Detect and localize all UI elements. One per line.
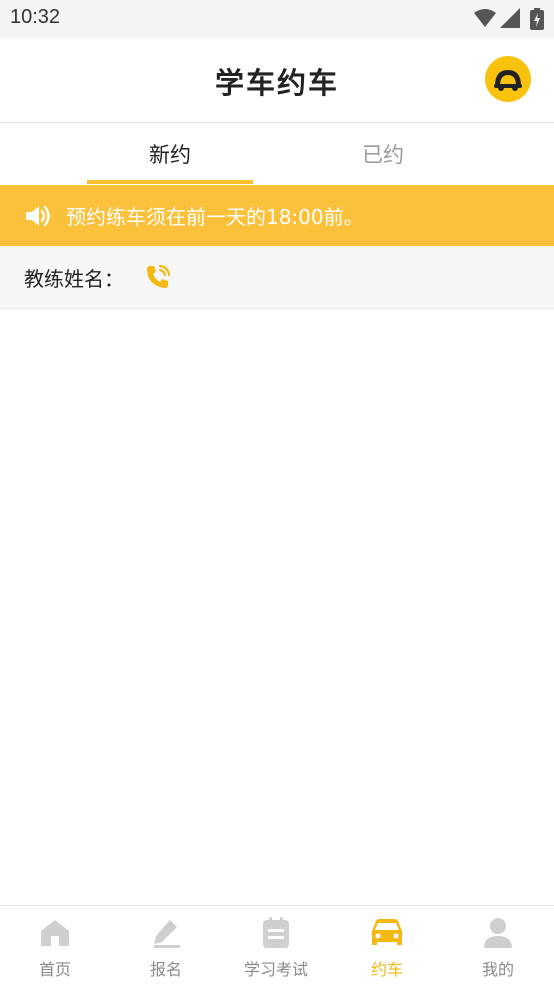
- coach-name-label: 教练姓名：: [24, 266, 124, 291]
- nav-mine-label: 我的: [481, 960, 514, 979]
- nav-home-label: 首页: [38, 960, 71, 979]
- coach-info-row: 教练姓名：: [0, 246, 554, 309]
- nav-book-car[interactable]: 约车: [332, 906, 442, 985]
- user-icon: [483, 916, 513, 950]
- bottom-navigation: 首页 报名 学习考试 约车 我的: [0, 905, 554, 985]
- tab-booked[interactable]: 已约: [300, 123, 466, 185]
- speaker-icon: [24, 202, 52, 230]
- nav-book-car-label: 约车: [370, 960, 403, 979]
- edit-icon: [150, 916, 182, 950]
- home-icon: [39, 916, 71, 950]
- car-icon: [369, 916, 405, 950]
- nav-register[interactable]: 报名: [111, 906, 221, 985]
- nav-study-exam-label: 学习考试: [243, 960, 308, 979]
- wifi-icon: [474, 8, 496, 32]
- signal-icon: [500, 8, 520, 32]
- active-tab-indicator: [87, 180, 253, 184]
- notes-icon: [261, 916, 291, 950]
- phone-icon[interactable]: [144, 263, 172, 291]
- page-title: 学车约车: [214, 66, 339, 100]
- notice-text: 预约练车须在前一天的18:00前。: [66, 205, 364, 229]
- notice-banner: 预约练车须在前一天的18:00前。: [0, 185, 554, 246]
- app-header: 学车约车: [0, 38, 554, 123]
- booking-tabs: 新约 已约: [0, 123, 554, 185]
- status-time: 10:32: [10, 6, 61, 28]
- driving-school-logo-icon[interactable]: [485, 56, 531, 102]
- nav-home[interactable]: 首页: [0, 906, 110, 985]
- tab-new-booking[interactable]: 新约: [87, 123, 253, 185]
- nav-study-exam[interactable]: 学习考试: [221, 906, 331, 985]
- status-bar: 10:32: [0, 0, 554, 38]
- nav-register-label: 报名: [149, 960, 182, 979]
- nav-mine[interactable]: 我的: [443, 906, 553, 985]
- battery-icon: [530, 8, 544, 34]
